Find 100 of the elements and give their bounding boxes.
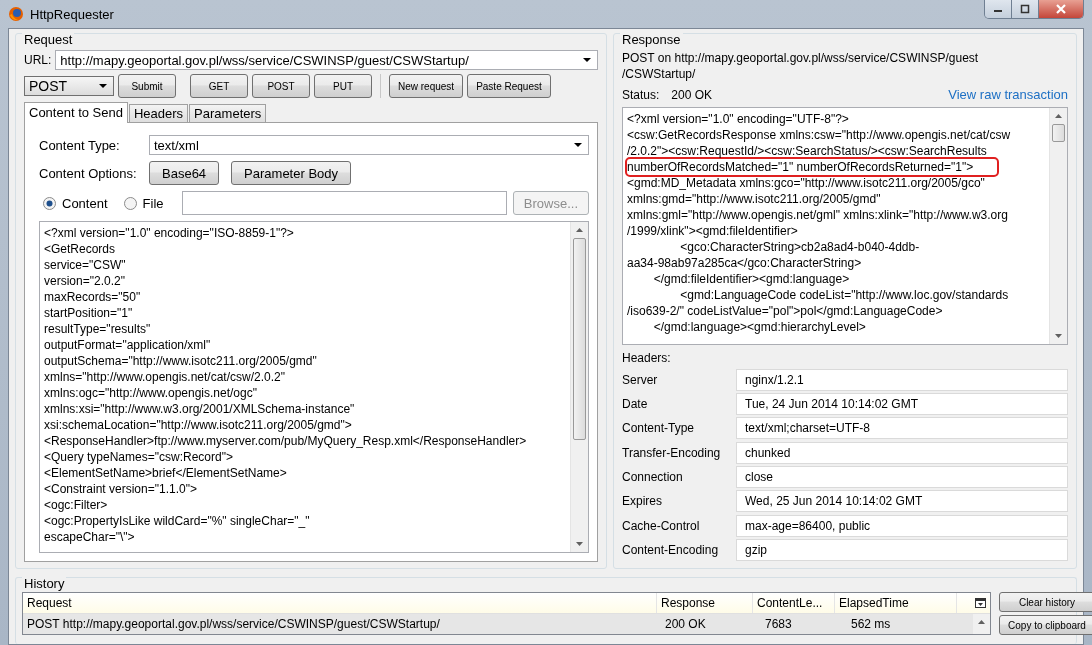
column-header[interactable]: ElapsedTime	[835, 593, 957, 613]
header-name: Content-Encoding	[622, 542, 720, 557]
history-button[interactable]: Copy to clipboard	[999, 615, 1092, 635]
scroll-down-icon[interactable]	[1055, 333, 1062, 338]
toolbar-button[interactable]: Submit	[118, 74, 176, 98]
toolbar-button[interactable]: PUT	[314, 74, 372, 98]
code-line: <gco:CharacterString>cb2a8ad4-b040-4ddb-	[679, 238, 921, 255]
code-line: /2.0.2"><csw:RequestId/><csw:SearchStatus/><csw:SearchResults	[627, 142, 988, 159]
column-picker-icon[interactable]	[975, 598, 986, 608]
maximize-icon	[1019, 4, 1031, 14]
content-type-label: Content Type:	[39, 137, 121, 153]
header-value-field: nginx/1.2.1	[736, 368, 1068, 391]
code-line: service="CSW"	[44, 257, 127, 273]
maximize-button[interactable]	[1012, 0, 1039, 18]
response-body-viewer[interactable]	[622, 106, 1068, 345]
caret-icon	[583, 58, 591, 62]
code-line: xmlns:gmd="http://www.isotc211.org/2005/gmd"	[627, 190, 882, 207]
browser-logo-icon	[8, 6, 24, 22]
code-line: <?xml version="1.0" encoding="ISO-8859-1"?>	[44, 225, 295, 241]
vertical-scrollbar[interactable]	[1049, 107, 1067, 344]
url-label: URL:	[24, 53, 52, 67]
code-line: <ogc:PropertyIsLike wildCard="%" singleChar="_"	[44, 513, 311, 529]
close-icon	[1055, 4, 1067, 14]
code-line: <ElementSetName>brief</ElementSetName>	[44, 465, 288, 481]
scroll-up-icon[interactable]	[1055, 113, 1062, 118]
request-body-editor[interactable]	[39, 221, 589, 553]
column-header[interactable]: ContentLe...	[753, 593, 835, 613]
table-cell-text: 562 ms	[850, 617, 892, 631]
option-button[interactable]: Parameter Body	[231, 161, 352, 185]
toolbar-button[interactable]: GET	[190, 74, 248, 98]
code-line: version="2.0.2"	[44, 273, 126, 289]
code-line: escapeChar="\">	[44, 529, 136, 545]
toolbar-button[interactable]: Paste Request	[467, 74, 551, 98]
scroll-up-icon[interactable]	[576, 228, 583, 232]
request-summary: POST on http://mapy.geoportal.gov.pl/wss/service/CSWINSP/guest	[622, 50, 980, 66]
code-line: xsi:schemaLocation="http://www.isotc211.org/2005/gmd">	[44, 417, 353, 433]
code-line: <?xml version="1.0" encoding="UTF-8"?>	[627, 110, 850, 127]
tab[interactable]: Content to Send	[24, 102, 128, 123]
code-line: xmlns:xsi="http://www.w3.org/2001/XMLSchema-instance"	[44, 401, 356, 417]
code-line: outputFormat="application/xml"	[44, 337, 212, 353]
caret-icon	[574, 143, 582, 147]
header-value-field: text/xml;charset=UTF-8	[736, 417, 1068, 440]
view-raw-link[interactable]: View raw transaction	[948, 87, 1068, 103]
code-line: outputSchema="http://www.isotc211.org/2005/gmd"	[44, 353, 318, 369]
request-summary: /CSWStartup/	[622, 66, 697, 82]
column-header[interactable]: Response	[657, 593, 753, 613]
minimize-button[interactable]	[985, 0, 1012, 18]
option-button[interactable]: Base64	[149, 161, 220, 185]
status-label: Status:	[622, 87, 660, 102]
code-line: xmlns:gml="http://www.opengis.net/gml" xmlns:xlink="http://www.w3.org	[627, 206, 1009, 223]
header-value-field: chunked	[736, 441, 1068, 464]
content-type-dropdown[interactable]: text/xml	[149, 135, 589, 155]
header-value-field: Wed, 25 Jun 2014 10:14:02 GMT	[736, 490, 1068, 513]
code-line: startPosition="1"	[44, 305, 134, 321]
status-value: 200 OK	[671, 87, 713, 102]
code-line: <gmd:LanguageCode codeList="http://www.loc.gov/standards	[679, 286, 1010, 303]
code-line: resultType="results"	[44, 321, 152, 337]
tab[interactable]: Headers	[128, 104, 189, 122]
code-line: <ResponseHandler>ftp://www.myserver.com/pub/MyQuery_Resp.xml</ResponseHandler>	[44, 433, 528, 449]
code-line: </gmd:language><gmd:hierarchyLevel>	[652, 318, 867, 335]
headers-label: Headers:	[622, 350, 672, 365]
toolbar-button[interactable]: POST	[252, 74, 310, 98]
tab[interactable]: Parameters	[189, 104, 267, 122]
method-dropdown[interactable]: POST	[24, 76, 114, 96]
radio-option[interactable]: File	[119, 195, 164, 211]
header-value-field: max-age=86400, public	[736, 514, 1068, 537]
group-title: Request	[22, 32, 75, 47]
history-row[interactable]: POST http://mapy.geoportal.gov.pl/wss/service/CSWINSP/guest/CSWStartup/ 200 OK 7683 562 ms	[23, 614, 973, 634]
table-cell-text: 7683	[764, 617, 793, 631]
scroll-thumb[interactable]	[1052, 123, 1065, 142]
group-title: History	[22, 576, 67, 591]
header-value-field: Tue, 24 Jun 2014 10:14:02 GMT	[736, 393, 1068, 416]
code-line: xmlns="http://www.opengis.net/cat/csw/2.0.2"	[44, 369, 286, 385]
code-line: </gmd:fileIdentifier><gmd:language>	[652, 270, 851, 287]
url-field[interactable]: http://mapy.geoportal.gov.pl/wss/service/CSWINSP/guest/CSWStartup/	[55, 50, 598, 70]
radio-option[interactable]: Content	[39, 195, 108, 211]
file-path-field[interactable]	[181, 191, 507, 215]
history-button[interactable]: Clear history	[999, 592, 1092, 612]
toolbar-button[interactable]: New request	[389, 74, 464, 98]
window-title: HttpRequester	[30, 6, 114, 22]
scroll-down-icon[interactable]	[576, 542, 583, 546]
scroll-up-icon[interactable]	[978, 620, 985, 624]
header-name: Date	[622, 397, 649, 412]
vertical-scrollbar[interactable]	[570, 222, 588, 552]
header-value-field: close	[736, 465, 1068, 488]
scroll-thumb[interactable]	[573, 238, 586, 440]
group-title: Response	[620, 32, 683, 47]
code-line: xmlns:ogc="http://www.opengis.net/ogc"	[44, 385, 258, 401]
column-header[interactable]: Request	[23, 593, 657, 613]
header-name: Cache-Control	[622, 518, 701, 533]
code-line: <GetRecords	[44, 241, 117, 257]
vertical-scrollbar[interactable]	[973, 614, 990, 634]
code-line: <gmd:MD_Metadata xmlns:gco="http://www.isotc211.org/2005/gco"	[627, 174, 986, 191]
code-line: maxRecords="50"	[44, 289, 142, 305]
code-line: <csw:GetRecordsResponse xmlns:csw="http://www.opengis.net/cat/csw	[627, 126, 1012, 143]
header-name: Expires	[622, 494, 663, 509]
content-options-label: Content Options:	[39, 165, 138, 181]
close-button[interactable]	[1039, 0, 1083, 18]
code-line: /iso639-2/" codeListValue="pol">pol</gmd:LanguageCode>	[627, 302, 944, 319]
code-line: <Query typeNames="csw:Record">	[44, 449, 234, 465]
